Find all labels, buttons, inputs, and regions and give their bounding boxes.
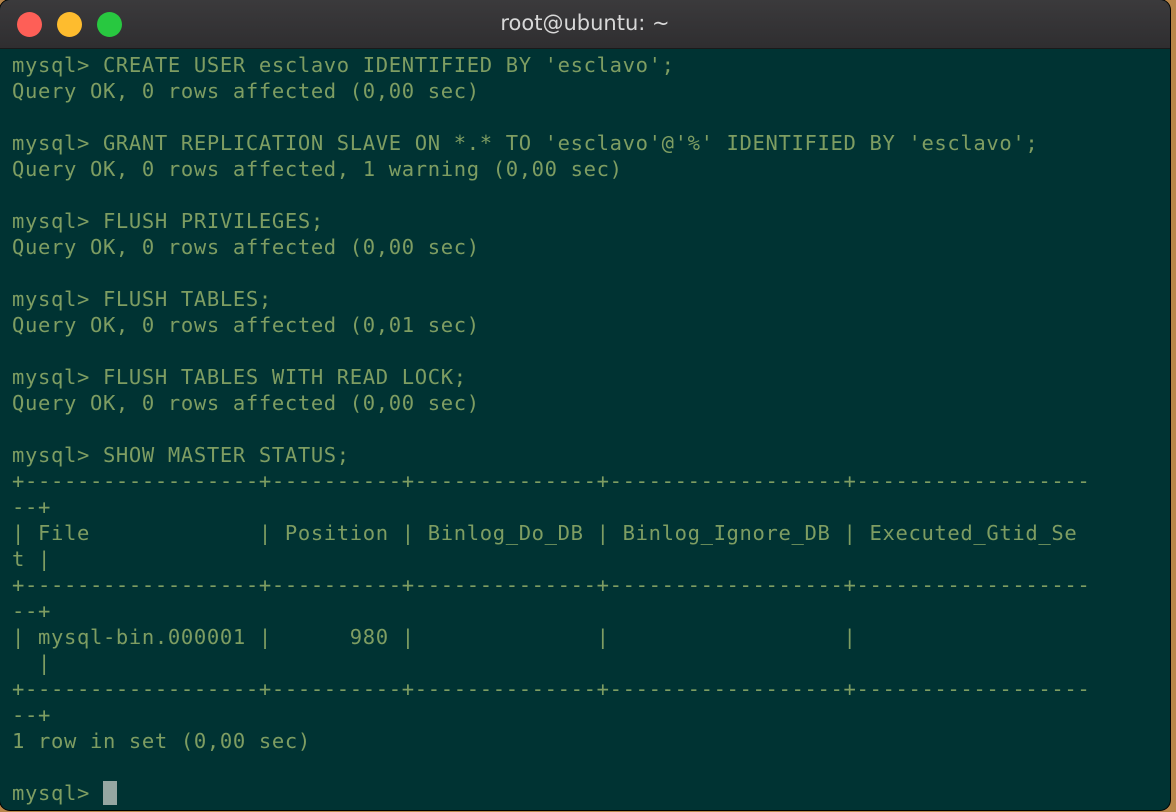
- window-title: root@ubuntu: ~: [500, 11, 670, 35]
- terminal-line: 1 row in set (0,00 sec): [12, 729, 311, 753]
- terminal-line: | File | Position | Binlog_Do_DB | Binlo…: [12, 521, 1078, 545]
- terminal-line: Query OK, 0 rows affected (0,00 sec): [12, 235, 480, 259]
- terminal-line: mysql> SHOW MASTER STATUS;: [12, 443, 350, 467]
- prompt-line[interactable]: mysql>: [12, 780, 1164, 806]
- prompt-text: mysql>: [12, 781, 103, 805]
- terminal-window: root@ubuntu: ~ mysql> CREATE USER esclav…: [0, 0, 1170, 810]
- terminal-line: mysql> FLUSH TABLES;: [12, 287, 272, 311]
- terminal-line: mysql> GRANT REPLICATION SLAVE ON *.* TO…: [12, 131, 1039, 155]
- terminal-line: mysql> CREATE USER esclavo IDENTIFIED BY…: [12, 53, 675, 77]
- terminal-line: Query OK, 0 rows affected (0,01 sec): [12, 313, 480, 337]
- terminal-line: mysql> FLUSH PRIVILEGES;: [12, 209, 324, 233]
- terminal-lines: mysql> CREATE USER esclavo IDENTIFIED BY…: [12, 52, 1164, 780]
- terminal-line: --+: [12, 703, 51, 727]
- terminal-line: --+: [12, 495, 51, 519]
- terminal-line: +------------------+----------+---------…: [12, 677, 1091, 701]
- terminal-line: mysql> FLUSH TABLES WITH READ LOCK;: [12, 365, 467, 389]
- terminal-line: Query OK, 0 rows affected (0,00 sec): [12, 79, 480, 103]
- cursor: [102, 781, 117, 805]
- terminal-line: | mysql-bin.000001 | 980 | | |: [12, 625, 857, 649]
- terminal-line: --+: [12, 599, 51, 623]
- terminal-line: Query OK, 0 rows affected (0,00 sec): [12, 391, 480, 415]
- terminal-line: |: [12, 651, 51, 675]
- terminal-line: +------------------+----------+---------…: [12, 573, 1091, 597]
- terminal-line: +------------------+----------+---------…: [12, 469, 1091, 493]
- title-bar[interactable]: root@ubuntu: ~: [0, 0, 1170, 49]
- terminal-output[interactable]: mysql> CREATE USER esclavo IDENTIFIED BY…: [12, 52, 1164, 806]
- terminal-line: Query OK, 0 rows affected, 1 warning (0,…: [12, 157, 623, 181]
- terminal-line: t |: [12, 547, 51, 571]
